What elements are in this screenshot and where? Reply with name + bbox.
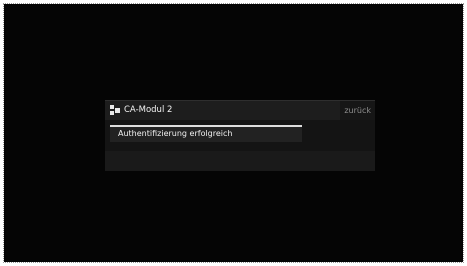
ca-module-dialog: CA-Modul 2 zurück Authentifizierung erfo… [105,100,375,171]
tv-screen: CA-Modul 2 zurück Authentifizierung erfo… [3,3,464,263]
list-item-authentication-status[interactable]: Authentifizierung erfolgreich [110,125,302,142]
dialog-title-bar: CA-Modul 2 zurück [105,100,375,120]
dialog-content: Authentifizierung erfolgreich [105,120,375,171]
list-item-label: Authentifizierung erfolgreich [118,129,233,138]
app-grid-icon [110,105,120,115]
dialog-empty-row [105,151,375,171]
back-button[interactable]: zurück [340,101,375,120]
dialog-title: CA-Modul 2 [124,105,173,115]
